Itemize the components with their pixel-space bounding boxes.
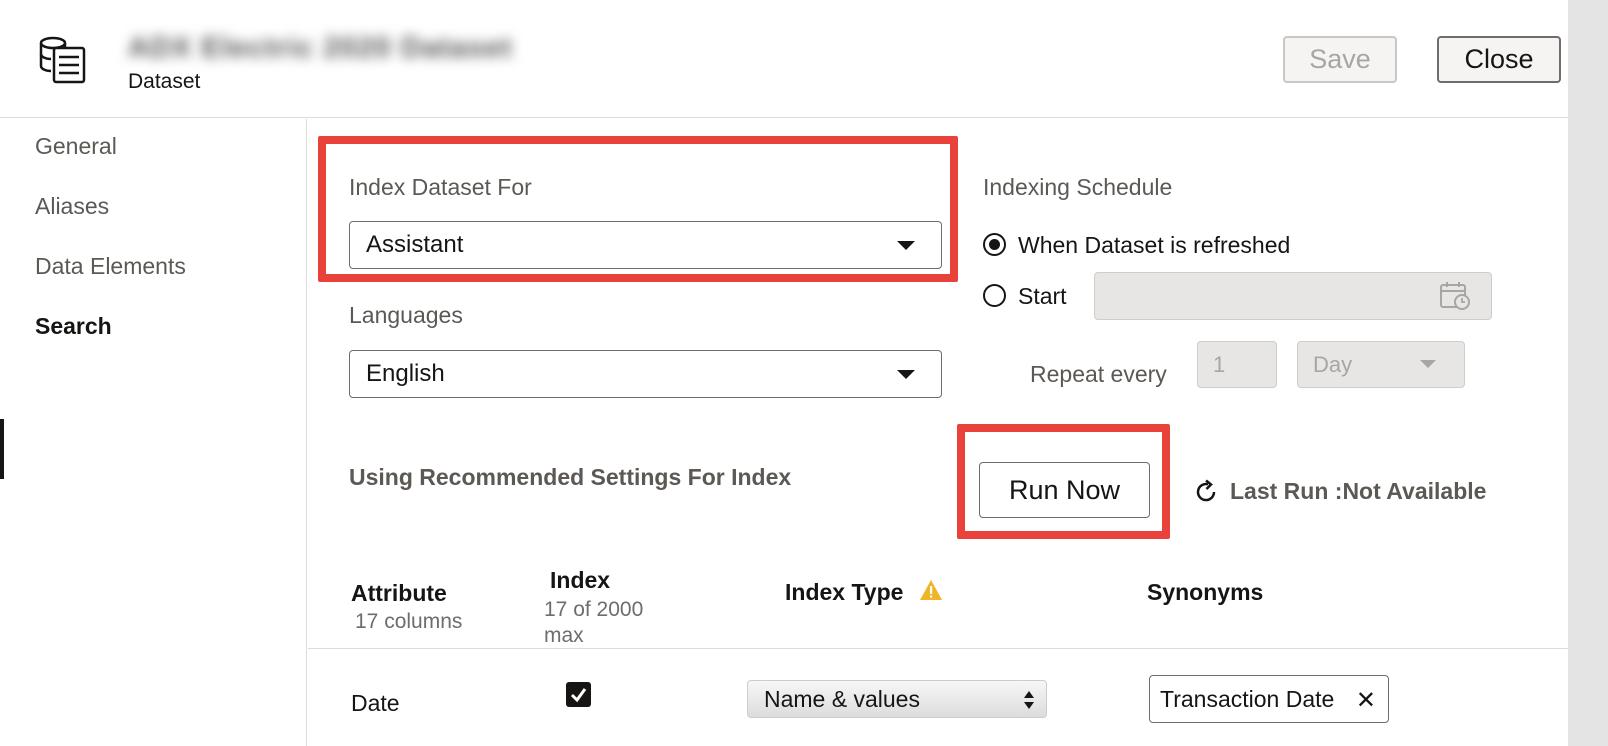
close-button[interactable]: Close xyxy=(1437,36,1561,83)
radio-start-label: Start xyxy=(1018,283,1067,309)
highlight-box-index-for xyxy=(318,136,958,282)
warning-icon[interactable] xyxy=(919,579,943,601)
column-header-index-type: Index Type xyxy=(785,579,904,605)
background-overlay xyxy=(1568,0,1608,746)
radio-when-refreshed-label: When Dataset is refreshed xyxy=(1018,232,1291,258)
repeat-count-input[interactable]: 1 xyxy=(1197,341,1277,388)
column-header-synonyms: Synonyms xyxy=(1147,579,1264,605)
column-header-index: Index xyxy=(550,567,611,593)
dataset-type-label: Dataset xyxy=(128,70,201,93)
dataset-name: ADX Electric 2020 Dataset xyxy=(128,32,513,64)
repeat-unit-select[interactable]: Day xyxy=(1297,341,1465,388)
active-indicator xyxy=(0,419,4,479)
index-count: 17 of 2000 max xyxy=(544,598,644,647)
last-run-status: Last Run :Not Available xyxy=(1230,478,1487,504)
sidebar-item-aliases[interactable]: Aliases xyxy=(35,193,109,220)
languages-select[interactable]: English xyxy=(349,350,942,398)
column-header-attribute: Attribute xyxy=(351,580,447,606)
index-checkbox[interactable] xyxy=(566,682,591,707)
languages-label: Languages xyxy=(349,302,463,328)
calendar-icon xyxy=(1440,282,1470,310)
synonym-chip: Transaction Date ✕ xyxy=(1149,675,1389,723)
sidebar-item-general[interactable]: General xyxy=(35,133,117,160)
chevron-down-icon xyxy=(897,370,915,379)
sidebar-item-search[interactable]: Search xyxy=(35,313,112,340)
refresh-icon xyxy=(1196,479,1216,502)
indexing-schedule-label: Indexing Schedule xyxy=(983,174,1173,200)
recommended-settings-text: Using Recommended Settings For Index xyxy=(349,464,792,490)
index-type-select[interactable]: Name & values xyxy=(747,680,1047,718)
dataset-dialog: ADX Electric 2020 Dataset Dataset Save C… xyxy=(0,0,1568,746)
repeat-unit-value: Day xyxy=(1313,351,1353,377)
sidebar: General Aliases Data Elements Search xyxy=(0,119,307,746)
chevron-down-icon xyxy=(1420,360,1436,368)
row-attribute-name: Date xyxy=(351,690,400,716)
save-button[interactable]: Save xyxy=(1283,36,1397,83)
close-icon[interactable]: ✕ xyxy=(1356,686,1376,715)
highlight-box-run-now xyxy=(957,424,1170,539)
repeat-every-label: Repeat every xyxy=(1030,361,1167,387)
dialog-header: ADX Electric 2020 Dataset Dataset Save C… xyxy=(0,0,1568,118)
languages-value: English xyxy=(366,360,445,387)
radio-start[interactable] xyxy=(983,284,1006,307)
sidebar-item-data-elements[interactable]: Data Elements xyxy=(35,253,186,280)
up-down-arrows-icon xyxy=(1024,691,1034,709)
dataset-icon xyxy=(39,36,86,84)
table-divider xyxy=(308,648,1568,649)
start-date-input[interactable] xyxy=(1094,272,1492,320)
radio-when-refreshed[interactable] xyxy=(983,233,1006,256)
attribute-count: 17 columns xyxy=(355,610,463,633)
synonym-text: Transaction Date xyxy=(1160,685,1335,712)
checkmark-icon xyxy=(570,688,587,703)
index-type-value: Name & values xyxy=(764,685,920,712)
